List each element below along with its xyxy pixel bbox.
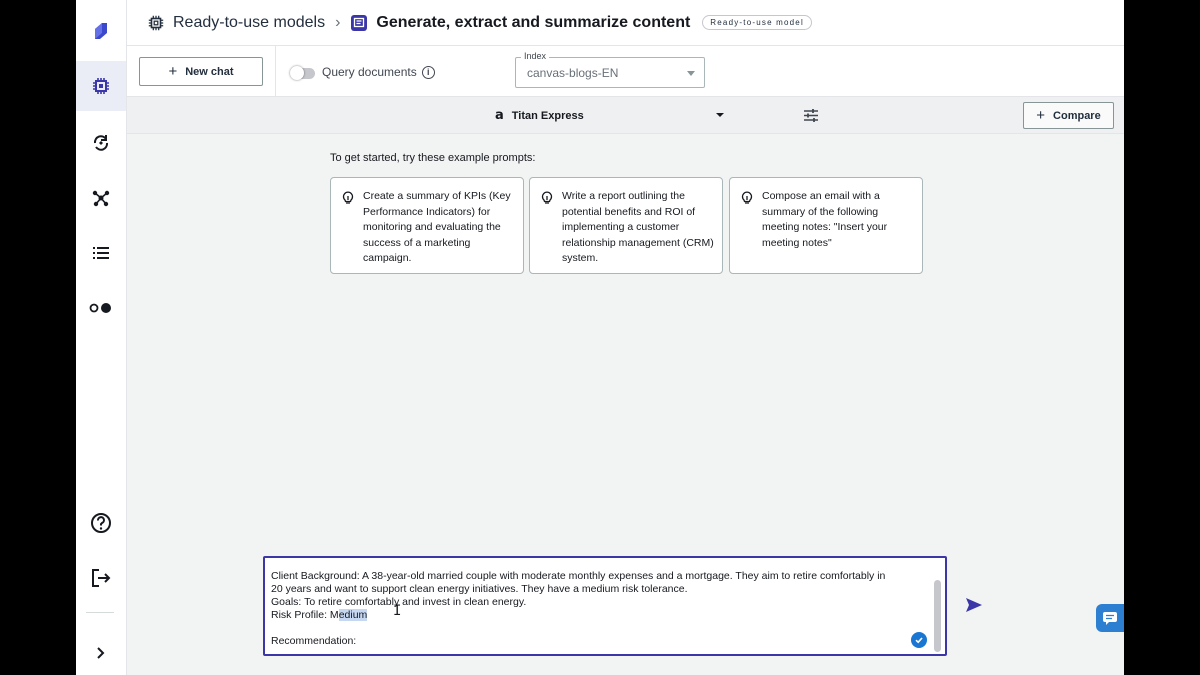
query-documents-toggle[interactable]	[290, 66, 315, 80]
chat-input[interactable]: Client Background: A 38-year-old married…	[263, 556, 947, 656]
lightbulb-icon	[541, 191, 553, 211]
lightbulb-icon	[741, 191, 753, 211]
example-prompt-card[interactable]: Create a summary of KPIs (Key Performanc…	[330, 177, 524, 274]
model-type-badge: Ready-to-use model	[702, 15, 812, 30]
input-line: Goals: To retire comfortably and invest …	[271, 596, 527, 608]
chevron-right-icon[interactable]	[76, 628, 126, 675]
network-nodes-icon[interactable]	[76, 173, 126, 223]
caret-down-icon[interactable]	[716, 113, 724, 117]
input-line: 20 years and want to support clean energ…	[271, 583, 688, 595]
breadcrumb: Ready-to-use models › Generate, extract …	[147, 14, 812, 32]
breadcrumb-root[interactable]: Ready-to-use models	[173, 14, 325, 32]
compare-button[interactable]: + Compare	[1023, 102, 1114, 129]
settings-sliders-icon[interactable]	[803, 108, 819, 128]
sidebar-divider	[86, 612, 114, 613]
canvas-logo-icon[interactable]	[76, 6, 126, 56]
checkmark-icon	[911, 632, 927, 648]
new-chat-button[interactable]: + New chat	[139, 57, 263, 86]
chat-app-icon	[350, 14, 368, 32]
sidebar	[76, 0, 127, 675]
send-icon[interactable]	[965, 597, 983, 618]
compare-label: Compare	[1053, 109, 1101, 122]
plus-icon: +	[1036, 107, 1046, 124]
input-line: Risk Profile: Medium	[271, 609, 925, 622]
model-select[interactable]: a Titan Express	[495, 108, 584, 123]
caret-down-icon	[687, 71, 695, 76]
page-header: Ready-to-use models › Generate, extract …	[127, 0, 1124, 46]
info-icon[interactable]: i	[421, 65, 435, 79]
example-prompt-text: Create a summary of KPIs (Key Performanc…	[363, 190, 511, 264]
example-prompt-text: Compose an email with a summary of the f…	[762, 190, 888, 249]
chat-toolbar: + New chat Query documents i canvas-blog…	[127, 46, 1124, 97]
chat-support-icon[interactable]	[1096, 604, 1124, 632]
app-window: Ready-to-use models › Generate, extract …	[76, 0, 1124, 675]
input-line: Client Background: A 38-year-old married…	[271, 570, 886, 582]
model-bar: a Titan Express + Compare	[127, 97, 1124, 134]
text-cursor-icon: I	[393, 603, 402, 619]
input-line-blank	[271, 622, 925, 635]
plus-icon: +	[168, 63, 178, 80]
help-icon[interactable]	[76, 498, 126, 548]
lightbulb-icon	[342, 191, 354, 211]
toolbar-divider	[275, 46, 276, 97]
amazon-logo-icon: a	[495, 108, 504, 123]
index-label: Index	[521, 51, 550, 61]
example-prompts-intro: To get started, try these example prompt…	[330, 152, 536, 164]
breadcrumb-current: Generate, extract and summarize content	[376, 13, 691, 31]
index-select[interactable]: canvas-blogs-EN	[515, 57, 705, 88]
input-line: Recommendation:	[271, 635, 357, 647]
model-name: Titan Express	[511, 109, 584, 122]
list-icon[interactable]	[76, 228, 126, 278]
query-documents: Query documents i	[322, 65, 435, 79]
query-documents-label: Query documents	[322, 65, 417, 79]
new-chat-label: New chat	[185, 65, 234, 78]
input-text: Risk Profile: M	[271, 609, 339, 621]
index-value: canvas-blogs-EN	[527, 65, 619, 80]
toggle-dots-icon[interactable]	[76, 283, 126, 333]
example-prompt-card[interactable]: Write a report outlining the potential b…	[529, 177, 723, 274]
example-prompt-card[interactable]: Compose an email with a summary of the f…	[729, 177, 923, 274]
refresh-cycle-icon[interactable]	[76, 118, 126, 168]
input-scrollbar[interactable]	[934, 580, 941, 652]
selected-text: edium	[338, 609, 368, 621]
example-prompt-text: Write a report outlining the potential b…	[562, 190, 714, 264]
chip-icon[interactable]	[76, 61, 126, 111]
chip-icon	[147, 14, 165, 32]
chevron-right-icon: ›	[335, 13, 341, 31]
sign-out-icon[interactable]	[76, 553, 126, 603]
